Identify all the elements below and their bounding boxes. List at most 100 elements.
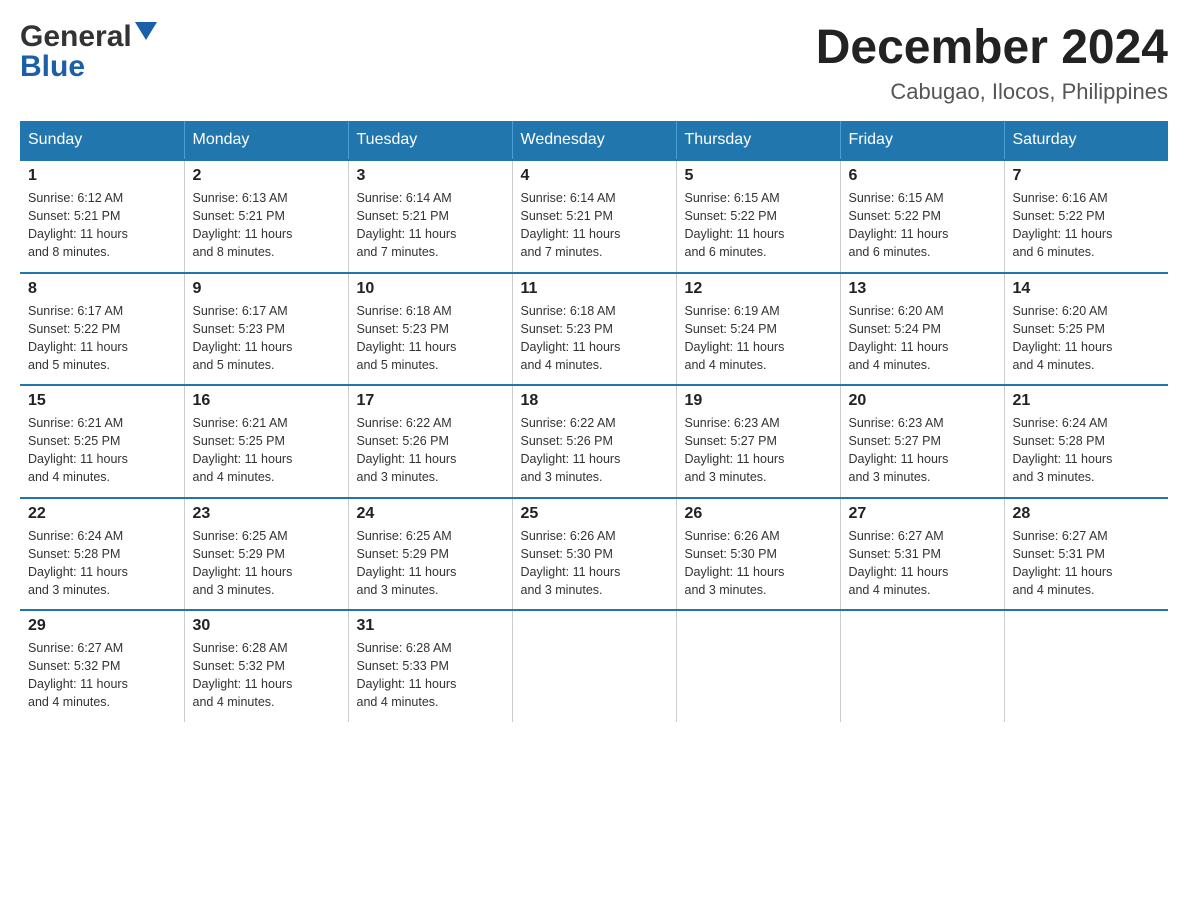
day-info: Sunrise: 6:27 AM Sunset: 5:31 PM Dayligh… — [849, 527, 996, 600]
header: General Blue December 2024 Cabugao, Iloc… — [20, 20, 1168, 105]
day-cell: 25 Sunrise: 6:26 AM Sunset: 5:30 PM Dayl… — [512, 498, 676, 611]
day-cell: 12 Sunrise: 6:19 AM Sunset: 5:24 PM Dayl… — [676, 273, 840, 386]
day-number: 6 — [849, 167, 996, 185]
day-number: 12 — [685, 280, 832, 298]
day-info: Sunrise: 6:26 AM Sunset: 5:30 PM Dayligh… — [685, 527, 832, 600]
day-cell: 11 Sunrise: 6:18 AM Sunset: 5:23 PM Dayl… — [512, 273, 676, 386]
day-info: Sunrise: 6:22 AM Sunset: 5:26 PM Dayligh… — [357, 414, 504, 487]
day-cell: 30 Sunrise: 6:28 AM Sunset: 5:32 PM Dayl… — [184, 610, 348, 722]
day-cell: 20 Sunrise: 6:23 AM Sunset: 5:27 PM Dayl… — [840, 385, 1004, 498]
day-number: 21 — [1013, 392, 1161, 410]
day-info: Sunrise: 6:25 AM Sunset: 5:29 PM Dayligh… — [357, 527, 504, 600]
day-cell: 1 Sunrise: 6:12 AM Sunset: 5:21 PM Dayli… — [20, 160, 184, 273]
day-info: Sunrise: 6:20 AM Sunset: 5:25 PM Dayligh… — [1013, 302, 1161, 375]
day-info: Sunrise: 6:20 AM Sunset: 5:24 PM Dayligh… — [849, 302, 996, 375]
day-info: Sunrise: 6:18 AM Sunset: 5:23 PM Dayligh… — [357, 302, 504, 375]
header-monday: Monday — [184, 121, 348, 160]
logo-blue: Blue — [20, 50, 85, 83]
day-cell: 17 Sunrise: 6:22 AM Sunset: 5:26 PM Dayl… — [348, 385, 512, 498]
day-info: Sunrise: 6:15 AM Sunset: 5:22 PM Dayligh… — [685, 189, 832, 262]
day-cell: 5 Sunrise: 6:15 AM Sunset: 5:22 PM Dayli… — [676, 160, 840, 273]
day-number: 16 — [193, 392, 340, 410]
day-cell — [512, 610, 676, 722]
day-number: 22 — [28, 505, 176, 523]
day-info: Sunrise: 6:23 AM Sunset: 5:27 PM Dayligh… — [685, 414, 832, 487]
day-info: Sunrise: 6:17 AM Sunset: 5:23 PM Dayligh… — [193, 302, 340, 375]
day-number: 11 — [521, 280, 668, 298]
day-number: 4 — [521, 167, 668, 185]
day-info: Sunrise: 6:17 AM Sunset: 5:22 PM Dayligh… — [28, 302, 176, 375]
logo: General Blue — [20, 20, 157, 84]
day-info: Sunrise: 6:21 AM Sunset: 5:25 PM Dayligh… — [28, 414, 176, 487]
day-cell: 4 Sunrise: 6:14 AM Sunset: 5:21 PM Dayli… — [512, 160, 676, 273]
day-number: 26 — [685, 505, 832, 523]
day-cell: 9 Sunrise: 6:17 AM Sunset: 5:23 PM Dayli… — [184, 273, 348, 386]
week-row-1: 1 Sunrise: 6:12 AM Sunset: 5:21 PM Dayli… — [20, 160, 1168, 273]
day-info: Sunrise: 6:14 AM Sunset: 5:21 PM Dayligh… — [357, 189, 504, 262]
header-tuesday: Tuesday — [348, 121, 512, 160]
day-number: 28 — [1013, 505, 1161, 523]
day-cell — [1004, 610, 1168, 722]
day-cell: 3 Sunrise: 6:14 AM Sunset: 5:21 PM Dayli… — [348, 160, 512, 273]
logo-general: General — [20, 20, 132, 54]
day-info: Sunrise: 6:18 AM Sunset: 5:23 PM Dayligh… — [521, 302, 668, 375]
day-info: Sunrise: 6:26 AM Sunset: 5:30 PM Dayligh… — [521, 527, 668, 600]
day-cell: 7 Sunrise: 6:16 AM Sunset: 5:22 PM Dayli… — [1004, 160, 1168, 273]
day-number: 17 — [357, 392, 504, 410]
day-cell: 23 Sunrise: 6:25 AM Sunset: 5:29 PM Dayl… — [184, 498, 348, 611]
day-info: Sunrise: 6:28 AM Sunset: 5:32 PM Dayligh… — [193, 639, 340, 712]
day-number: 19 — [685, 392, 832, 410]
header-wednesday: Wednesday — [512, 121, 676, 160]
day-number: 29 — [28, 617, 176, 635]
day-info: Sunrise: 6:25 AM Sunset: 5:29 PM Dayligh… — [193, 527, 340, 600]
day-number: 1 — [28, 167, 176, 185]
day-cell: 31 Sunrise: 6:28 AM Sunset: 5:33 PM Dayl… — [348, 610, 512, 722]
day-number: 7 — [1013, 167, 1161, 185]
day-cell: 14 Sunrise: 6:20 AM Sunset: 5:25 PM Dayl… — [1004, 273, 1168, 386]
day-info: Sunrise: 6:19 AM Sunset: 5:24 PM Dayligh… — [685, 302, 832, 375]
day-info: Sunrise: 6:24 AM Sunset: 5:28 PM Dayligh… — [1013, 414, 1161, 487]
day-cell: 6 Sunrise: 6:15 AM Sunset: 5:22 PM Dayli… — [840, 160, 1004, 273]
title-area: December 2024 Cabugao, Ilocos, Philippin… — [816, 20, 1168, 105]
day-cell: 19 Sunrise: 6:23 AM Sunset: 5:27 PM Dayl… — [676, 385, 840, 498]
header-row: SundayMondayTuesdayWednesdayThursdayFrid… — [20, 121, 1168, 160]
day-cell: 8 Sunrise: 6:17 AM Sunset: 5:22 PM Dayli… — [20, 273, 184, 386]
day-number: 24 — [357, 505, 504, 523]
header-thursday: Thursday — [676, 121, 840, 160]
day-cell: 13 Sunrise: 6:20 AM Sunset: 5:24 PM Dayl… — [840, 273, 1004, 386]
day-info: Sunrise: 6:23 AM Sunset: 5:27 PM Dayligh… — [849, 414, 996, 487]
day-number: 30 — [193, 617, 340, 635]
day-cell: 16 Sunrise: 6:21 AM Sunset: 5:25 PM Dayl… — [184, 385, 348, 498]
day-info: Sunrise: 6:14 AM Sunset: 5:21 PM Dayligh… — [521, 189, 668, 262]
day-number: 10 — [357, 280, 504, 298]
day-number: 18 — [521, 392, 668, 410]
day-info: Sunrise: 6:22 AM Sunset: 5:26 PM Dayligh… — [521, 414, 668, 487]
day-info: Sunrise: 6:15 AM Sunset: 5:22 PM Dayligh… — [849, 189, 996, 262]
day-number: 23 — [193, 505, 340, 523]
day-number: 14 — [1013, 280, 1161, 298]
logo-icon — [135, 22, 157, 49]
day-info: Sunrise: 6:28 AM Sunset: 5:33 PM Dayligh… — [357, 639, 504, 712]
day-cell: 22 Sunrise: 6:24 AM Sunset: 5:28 PM Dayl… — [20, 498, 184, 611]
day-number: 8 — [28, 280, 176, 298]
header-sunday: Sunday — [20, 121, 184, 160]
day-cell: 28 Sunrise: 6:27 AM Sunset: 5:31 PM Dayl… — [1004, 498, 1168, 611]
day-number: 9 — [193, 280, 340, 298]
day-number: 3 — [357, 167, 504, 185]
day-cell: 21 Sunrise: 6:24 AM Sunset: 5:28 PM Dayl… — [1004, 385, 1168, 498]
day-cell: 26 Sunrise: 6:26 AM Sunset: 5:30 PM Dayl… — [676, 498, 840, 611]
week-row-4: 22 Sunrise: 6:24 AM Sunset: 5:28 PM Dayl… — [20, 498, 1168, 611]
day-number: 13 — [849, 280, 996, 298]
day-info: Sunrise: 6:13 AM Sunset: 5:21 PM Dayligh… — [193, 189, 340, 262]
day-cell: 24 Sunrise: 6:25 AM Sunset: 5:29 PM Dayl… — [348, 498, 512, 611]
day-cell: 10 Sunrise: 6:18 AM Sunset: 5:23 PM Dayl… — [348, 273, 512, 386]
day-number: 2 — [193, 167, 340, 185]
day-cell: 18 Sunrise: 6:22 AM Sunset: 5:26 PM Dayl… — [512, 385, 676, 498]
day-number: 31 — [357, 617, 504, 635]
month-title: December 2024 — [816, 20, 1168, 75]
day-number: 15 — [28, 392, 176, 410]
header-saturday: Saturday — [1004, 121, 1168, 160]
day-cell — [840, 610, 1004, 722]
day-number: 5 — [685, 167, 832, 185]
day-cell — [676, 610, 840, 722]
